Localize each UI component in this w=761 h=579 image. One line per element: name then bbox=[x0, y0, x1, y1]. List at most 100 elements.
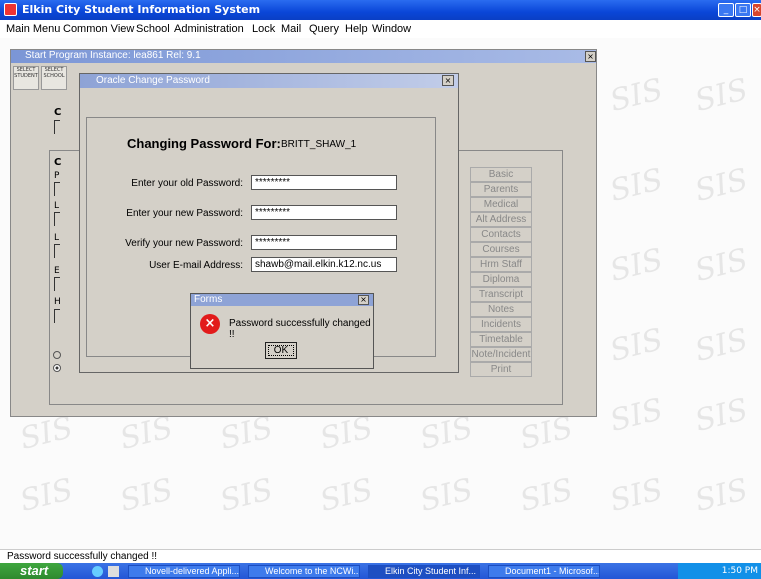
notes-button[interactable]: Notes bbox=[470, 302, 532, 317]
menu-lock[interactable]: Lock bbox=[252, 23, 275, 35]
email-label: User E-mail Address: bbox=[149, 260, 243, 271]
transcript-button[interactable]: Transcript bbox=[470, 287, 532, 302]
basic-button[interactable]: Basic bbox=[470, 167, 532, 182]
task-document1[interactable]: Document1 - Microsof... bbox=[488, 565, 600, 578]
menu-help[interactable]: Help bbox=[345, 23, 368, 35]
select-school-tool[interactable]: SELECT SCHOOL bbox=[41, 66, 67, 90]
field-checkbox[interactable] bbox=[54, 212, 60, 226]
field-checkbox[interactable] bbox=[54, 182, 60, 196]
email-field[interactable]: shawb@mail.elkin.k12.nc.us bbox=[251, 257, 397, 272]
forms-titlebar: Forms bbox=[191, 294, 373, 306]
sis-watermark: SIS bbox=[606, 322, 667, 369]
incidents-button[interactable]: Incidents bbox=[470, 317, 532, 332]
new-password-field[interactable]: ********* bbox=[251, 205, 397, 220]
field-letter: C bbox=[54, 107, 62, 118]
field-checkbox[interactable] bbox=[54, 244, 60, 258]
menu-administration[interactable]: Administration bbox=[174, 23, 244, 35]
clock: 1:50 PM bbox=[721, 566, 758, 576]
sis-watermark: SIS bbox=[516, 472, 577, 519]
field-letter: H bbox=[54, 297, 61, 307]
change-password-titlebar: Oracle Change Password bbox=[80, 74, 458, 88]
new-password-label: Enter your new Password: bbox=[126, 208, 243, 219]
ok-button[interactable]: OK bbox=[265, 342, 297, 359]
sis-watermark: SIS bbox=[316, 410, 377, 457]
field-checkbox[interactable] bbox=[54, 277, 60, 291]
menu-mail[interactable]: Mail bbox=[281, 23, 301, 35]
diploma-button[interactable]: Diploma bbox=[470, 272, 532, 287]
menu-query[interactable]: Query bbox=[309, 23, 339, 35]
old-password-label: Enter your old Password: bbox=[131, 178, 243, 189]
sis-watermark: SIS bbox=[606, 392, 667, 439]
sis-watermark: SIS bbox=[606, 72, 667, 119]
desktop-icon[interactable] bbox=[108, 566, 119, 577]
sis-watermark: SIS bbox=[606, 472, 667, 519]
sis-watermark: SIS bbox=[16, 472, 77, 519]
start-program-close-button[interactable]: × bbox=[585, 51, 596, 62]
taskbar: start Novell-delivered Appli... Welcome … bbox=[0, 563, 761, 579]
sis-watermark: SIS bbox=[416, 472, 477, 519]
menu-bar: Main Menu Common View School Administrat… bbox=[0, 20, 761, 38]
sis-watermark: SIS bbox=[691, 322, 752, 369]
field-letter: P bbox=[54, 171, 60, 181]
minimize-button[interactable]: _ bbox=[718, 3, 734, 17]
field-letter: L bbox=[54, 233, 60, 243]
sis-watermark: SIS bbox=[216, 410, 277, 457]
browser-icon[interactable] bbox=[92, 566, 103, 577]
menu-common-view[interactable]: Common View bbox=[63, 23, 134, 35]
task-ncwi[interactable]: Welcome to the NCWi... bbox=[248, 565, 360, 578]
system-tray: 1:50 PM bbox=[678, 563, 761, 579]
field-checkbox[interactable] bbox=[54, 120, 60, 134]
maximize-button[interactable]: □ bbox=[735, 3, 751, 17]
verify-password-label: Verify your new Password: bbox=[125, 238, 243, 249]
sis-watermark: SIS bbox=[606, 162, 667, 209]
old-password-field[interactable]: ********* bbox=[251, 175, 397, 190]
field-letter: L bbox=[54, 201, 60, 211]
select-student-tool[interactable]: SELECT STUDENT bbox=[13, 66, 39, 90]
print-button[interactable]: Print bbox=[470, 362, 532, 377]
password-username: BRITT_SHAW_1 bbox=[281, 139, 357, 150]
sis-watermark: SIS bbox=[691, 472, 752, 519]
radio-button[interactable] bbox=[53, 364, 61, 372]
change-password-title: Oracle Change Password bbox=[96, 75, 210, 86]
forms-message: Password successfully changed !! bbox=[229, 318, 371, 340]
field-letter: E bbox=[54, 266, 60, 276]
error-icon: × bbox=[200, 314, 220, 334]
forms-close-button[interactable]: × bbox=[358, 295, 369, 305]
field-checkbox[interactable] bbox=[54, 309, 60, 323]
sis-watermark: SIS bbox=[691, 72, 752, 119]
forms-message-box: Forms × × Password successfully changed … bbox=[190, 293, 374, 369]
sis-watermark: SIS bbox=[606, 242, 667, 289]
menu-school[interactable]: School bbox=[136, 23, 170, 35]
task-novell[interactable]: Novell-delivered Appli... bbox=[128, 565, 240, 578]
radio-button[interactable] bbox=[53, 351, 61, 359]
medical-button[interactable]: Medical bbox=[470, 197, 532, 212]
sis-watermark: SIS bbox=[416, 410, 477, 457]
sis-watermark: SIS bbox=[316, 472, 377, 519]
sis-watermark: SIS bbox=[116, 410, 177, 457]
app-titlebar: Elkin City Student Information System _ … bbox=[0, 0, 761, 20]
menu-main-menu[interactable]: Main Menu bbox=[6, 23, 60, 35]
start-button[interactable]: start bbox=[0, 563, 63, 579]
sis-watermark: SIS bbox=[16, 410, 77, 457]
app-title: Elkin City Student Information System bbox=[22, 3, 261, 16]
menu-window[interactable]: Window bbox=[372, 23, 411, 35]
field-letter: C bbox=[54, 157, 62, 168]
sis-watermark: SIS bbox=[691, 162, 752, 209]
change-password-close-button[interactable]: × bbox=[442, 75, 454, 86]
hrm-staff-button[interactable]: Hrm Staff bbox=[470, 257, 532, 272]
courses-button[interactable]: Courses bbox=[470, 242, 532, 257]
contacts-button[interactable]: Contacts bbox=[470, 227, 532, 242]
task-elkin-sis[interactable]: Elkin City Student Inf... bbox=[368, 565, 480, 578]
note-incident-button[interactable]: Note/Incident bbox=[470, 347, 532, 362]
start-program-title: Start Program Instance: lea861 Rel: 9.1 bbox=[25, 50, 201, 61]
verify-password-field[interactable]: ********* bbox=[251, 235, 397, 250]
alt-address-button[interactable]: Alt Address bbox=[470, 212, 532, 227]
timetable-button[interactable]: Timetable bbox=[470, 332, 532, 347]
sis-watermark: SIS bbox=[691, 242, 752, 289]
parents-button[interactable]: Parents bbox=[470, 182, 532, 197]
sis-watermark: SIS bbox=[116, 472, 177, 519]
close-button[interactable]: × bbox=[752, 3, 761, 17]
password-heading: Changing Password For: bbox=[127, 136, 281, 151]
sis-watermark: SIS bbox=[691, 392, 752, 439]
status-line: Password successfully changed !! bbox=[0, 549, 761, 563]
